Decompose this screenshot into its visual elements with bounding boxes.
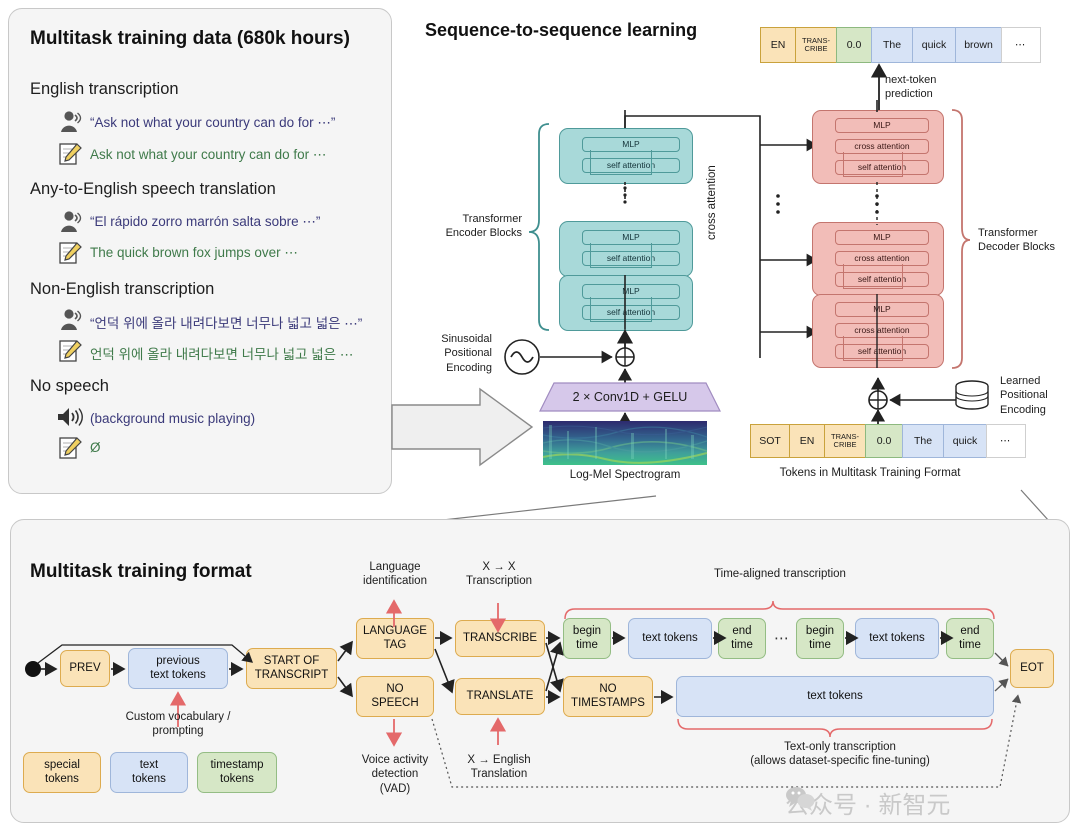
token-timestamp-00: 0.0 <box>865 424 903 458</box>
token-ellipsis: ⋯ <box>1001 27 1041 63</box>
encoder-brace <box>528 123 550 331</box>
x-to-english-translation-annotation: X → English Translation <box>467 754 531 781</box>
cross-attention-label: cross attention <box>706 165 718 240</box>
conv1d-gelu-label: 2 × Conv1D + GELU <box>572 390 688 404</box>
token-label: SOT <box>759 434 781 447</box>
log-mel-spectrogram <box>542 421 708 465</box>
note-pencil-icon <box>59 340 82 362</box>
group-speech-non-english-transcription: “언덕 위에 올라 내려다보면 너무나 넓고 넓은 ⋯” <box>90 316 363 331</box>
encoder-brace-label: Transformer Encoder Blocks <box>445 213 522 240</box>
note-pencil-icon <box>59 242 82 264</box>
token-label: EN <box>799 434 815 447</box>
learned-positional-encoding-label: Learned Positional Encoding <box>1000 375 1048 416</box>
seq2seq-title: Sequence-to-sequence learning <box>425 20 698 40</box>
input-token-row: SOT EN TRANS- CRIBE 0.0 The quick ⋯ <box>750 424 1026 458</box>
next-token-prediction-label: next-token prediction <box>885 74 937 101</box>
token-label: TRANS- CRIBE <box>802 36 830 53</box>
legend-timestamp-tokens: timestamp tokens <box>197 752 277 793</box>
legend-text-tokens: text tokens <box>110 752 188 793</box>
token-label: TRANS- CRIBE <box>831 432 859 449</box>
sinusoidal-positional-encoding-label: Sinusoidal Positional Encoding <box>441 333 492 374</box>
group-speech-speech-translation: “El rápido zorro marrón salta sobre ⋯” <box>90 214 321 229</box>
token-the: The <box>871 27 913 63</box>
group-heading-speech-translation: Any-to-English speech translation <box>30 180 276 198</box>
token-label: quick <box>921 38 947 51</box>
group-text-no-speech: Ø <box>90 440 101 455</box>
token-timestamp-00: 0.0 <box>836 27 872 63</box>
group-speech-english-transcription: “Ask not what your country can do for ⋯” <box>90 115 336 130</box>
token-transcribe: TRANS- CRIBE <box>824 424 866 458</box>
note-pencil-icon <box>59 143 82 165</box>
group-heading-english-transcription: English transcription <box>30 80 179 98</box>
group-heading-no-speech: No speech <box>30 377 109 395</box>
token-label: 0.0 <box>876 434 892 447</box>
time-aligned-transcription-annotation: Time-aligned transcription <box>714 568 846 580</box>
token-label: brown <box>964 38 993 51</box>
group-text-english-transcription: Ask not what your country can do for ⋯ <box>90 147 327 162</box>
token-label: The <box>913 434 933 447</box>
group-text-non-english-transcription: 언덕 위에 올라 내려다보면 너무나 넓고 넓은 ⋯ <box>90 347 354 362</box>
group-speech-no-speech: (background music playing) <box>90 411 256 426</box>
speaking-person-icon <box>61 309 82 330</box>
token-transcribe: TRANS- CRIBE <box>795 27 837 63</box>
token-label: quick <box>952 434 978 447</box>
token-en: EN <box>760 27 796 63</box>
note-pencil-icon <box>59 437 82 459</box>
token-sot: SOT <box>750 424 790 458</box>
text-only-transcription-annotation: Text-only transcription (allows dataset-… <box>750 741 930 768</box>
decoder-through-line <box>875 100 879 368</box>
token-label: The <box>882 38 902 51</box>
group-heading-non-english-transcription: Non-English transcription <box>30 280 215 298</box>
speaking-person-icon <box>61 211 82 232</box>
group-text-speech-translation: The quick brown fox jumps over ⋯ <box>90 245 298 260</box>
watermark: 公众号 · 新智元 <box>785 785 950 820</box>
wechat-icon <box>786 787 815 811</box>
x-to-x-transcription-annotation: X → X Transcription <box>465 561 533 588</box>
legend-special-tokens: special tokens <box>23 752 101 793</box>
token-quick: quick <box>943 424 987 458</box>
speaking-person-icon <box>61 111 82 132</box>
token-en: EN <box>789 424 825 458</box>
token-label: ⋯ <box>1000 434 1012 447</box>
speaker-sound-icon <box>58 408 83 426</box>
token-label: EN <box>770 38 786 51</box>
decoder-brace <box>951 109 971 369</box>
decoder-brace-label: Transformer Decoder Blocks <box>978 227 1056 254</box>
left-panel-title: Multitask training data (680k hours) <box>30 28 350 49</box>
cross-attention-bus <box>705 115 818 358</box>
token-quick: quick <box>912 27 956 63</box>
token-the: The <box>902 424 944 458</box>
token-ellipsis: ⋯ <box>986 424 1026 458</box>
output-token-row: EN TRANS- CRIBE 0.0 The quick brown ⋯ <box>760 27 1041 63</box>
token-label: ⋯ <box>1015 38 1027 51</box>
token-brown: brown <box>955 27 1002 63</box>
token-label: 0.0 <box>846 38 862 51</box>
custom-vocabulary-annotation: Custom vocabulary / prompting <box>125 711 231 738</box>
